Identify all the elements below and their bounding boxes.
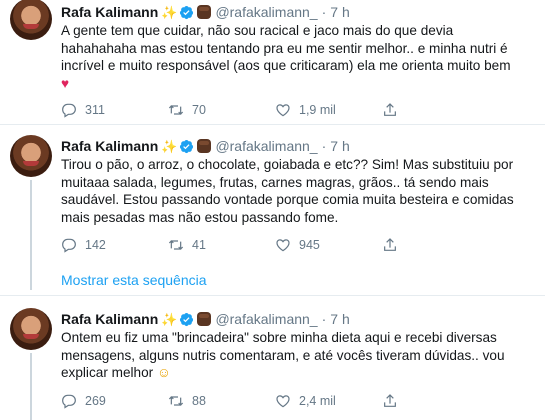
retweet-count: 88 [192, 394, 206, 408]
retweet-button[interactable]: 41 [168, 235, 206, 255]
reply-button[interactable]: 311 [61, 100, 105, 120]
share-button[interactable] [382, 100, 406, 120]
display-name[interactable]: Rafa Kalimann [61, 138, 158, 154]
retweet-icon [168, 240, 184, 250]
tweet-text: Tirou o pão, o arroz, o chocolate, goiab… [61, 157, 514, 225]
sparkle-icon: ✨ [161, 138, 178, 154]
tweet-2[interactable]: Rafa Kalimann ✨ @rafakalimann_ · 7 h Tir… [0, 125, 545, 295]
verified-icon [179, 5, 194, 20]
tweet-actions: 311 70 1,9 mil [61, 100, 521, 120]
heart-icon [276, 239, 290, 252]
sparkle-icon: ✨ [161, 311, 178, 327]
timestamp[interactable]: 7 h [330, 4, 349, 20]
separator-dot: · [321, 311, 327, 327]
raised-fist-icon [197, 5, 212, 19]
heart-icon [276, 395, 290, 408]
like-count: 1,9 mil [299, 103, 336, 117]
tweet-body: A gente tem que cuidar, não sou racical … [61, 23, 511, 73]
retweet-count: 70 [192, 103, 206, 117]
like-button[interactable]: 1,9 mil [275, 100, 336, 120]
like-count: 945 [299, 238, 320, 252]
heart-emoji: ♥ [61, 75, 70, 91]
reply-icon [62, 238, 76, 253]
share-icon [384, 103, 396, 116]
reply-count: 311 [85, 103, 105, 117]
raised-fist-icon [197, 139, 212, 153]
verified-icon [179, 312, 194, 327]
verified-icon [179, 139, 194, 154]
tweet-header: Rafa Kalimann ✨ @rafakalimann_ · 7 h [61, 137, 350, 155]
tweet-3[interactable]: Rafa Kalimann ✨ @rafakalimann_ · 7 h Ont… [0, 296, 545, 420]
share-button[interactable] [382, 391, 406, 411]
show-thread-link[interactable]: Mostrar esta sequência [61, 272, 207, 288]
user-handle[interactable]: @rafakalimann_ [215, 311, 317, 327]
tweet-header: Rafa Kalimann ✨ @rafakalimann_ · 7 h [61, 3, 350, 21]
thread-line [30, 180, 32, 290]
sparkle-icon: ✨ [161, 4, 178, 20]
reply-count: 142 [85, 238, 106, 252]
avatar[interactable] [10, 135, 52, 177]
share-button[interactable] [382, 235, 406, 255]
reply-button[interactable]: 142 [61, 235, 106, 255]
smiling-face-emoji: ☺ [156, 365, 171, 380]
raised-fist-icon [197, 312, 212, 326]
separator-dot: · [321, 4, 327, 20]
tweet-header: Rafa Kalimann ✨ @rafakalimann_ · 7 h [61, 310, 350, 328]
avatar[interactable] [10, 0, 52, 40]
reply-icon [62, 103, 76, 118]
like-button[interactable]: 945 [275, 235, 320, 255]
display-name[interactable]: Rafa Kalimann [61, 311, 158, 327]
tweet-1[interactable]: Rafa Kalimann ✨ @rafakalimann_ · 7 h A g… [0, 0, 545, 122]
tweet-body: Ontem eu fiz uma "brincadeira" sobre min… [61, 330, 505, 380]
heart-icon [276, 104, 290, 117]
timestamp[interactable]: 7 h [330, 138, 349, 154]
retweet-button[interactable]: 88 [168, 391, 206, 411]
share-icon [384, 238, 396, 251]
separator-dot: · [321, 138, 327, 154]
thread-line [30, 353, 32, 420]
tweet-text: A gente tem que cuidar, não sou racical … [61, 22, 539, 92]
retweet-icon [168, 105, 184, 115]
retweet-icon [168, 396, 184, 406]
tweet-actions: 269 88 2,4 mil [61, 391, 521, 411]
display-name[interactable]: Rafa Kalimann [61, 4, 158, 20]
reply-icon [62, 394, 76, 409]
user-handle[interactable]: @rafakalimann_ [215, 4, 317, 20]
timestamp[interactable]: 7 h [330, 311, 349, 327]
like-button[interactable]: 2,4 mil [275, 391, 336, 411]
tweet-actions: 142 41 945 [61, 235, 521, 255]
share-icon [384, 394, 396, 407]
like-count: 2,4 mil [299, 394, 336, 408]
avatar[interactable] [10, 308, 52, 350]
tweet-text: Ontem eu fiz uma "brincadeira" sobre min… [61, 329, 539, 382]
retweet-button[interactable]: 70 [168, 100, 206, 120]
retweet-count: 41 [192, 238, 206, 252]
reply-count: 269 [85, 394, 106, 408]
user-handle[interactable]: @rafakalimann_ [215, 138, 317, 154]
reply-button[interactable]: 269 [61, 391, 106, 411]
